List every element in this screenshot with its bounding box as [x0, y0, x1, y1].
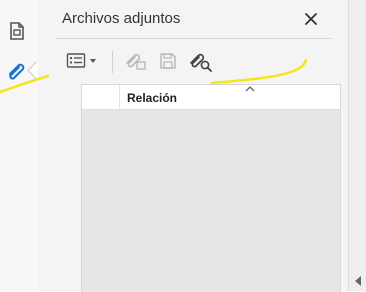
- title-divider: [56, 38, 332, 39]
- close-button[interactable]: [299, 7, 323, 31]
- save-icon: [160, 53, 176, 69]
- column-header-row: Relación: [82, 85, 340, 110]
- panel-title: Archivos adjuntos: [62, 10, 181, 27]
- attachments-list[interactable]: Relación: [81, 84, 341, 292]
- add-attachment-icon: [126, 53, 146, 70]
- left-navigation-rail: [0, 0, 39, 291]
- column-header-relacion[interactable]: Relación: [127, 91, 177, 105]
- column-header-gutter: [82, 85, 120, 109]
- save-attachment-button[interactable]: [154, 48, 182, 74]
- paperclip-icon[interactable]: [6, 60, 28, 82]
- sort-caret-icon: [245, 86, 255, 92]
- list-options-icon: [66, 53, 86, 68]
- toolbar-separator: [112, 51, 113, 73]
- chevron-down-icon: [90, 59, 96, 63]
- horizontal-scroll-area[interactable]: [348, 0, 366, 291]
- add-attachment-button[interactable]: [122, 48, 150, 74]
- search-attachment-icon: [190, 53, 212, 72]
- search-attachment-button[interactable]: [186, 48, 216, 74]
- document-icon[interactable]: [6, 20, 28, 42]
- close-icon: [305, 13, 317, 25]
- attachments-panel: Archivos adjuntos Relación: [38, 0, 348, 292]
- scroll-left-arrow-icon[interactable]: [354, 276, 362, 286]
- options-menu-button[interactable]: [60, 48, 104, 74]
- attachments-toolbar: [60, 48, 320, 76]
